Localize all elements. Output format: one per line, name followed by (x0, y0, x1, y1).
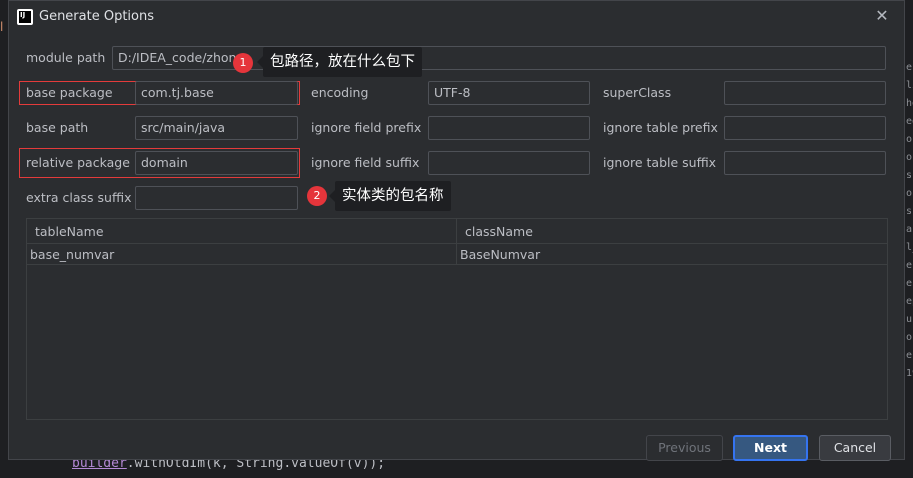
editor-gutter-fragment: 19 (906, 368, 913, 379)
title-bar: IJ Generate Options ✕ (9, 1, 904, 33)
module-path-input[interactable]: D:/IDEA_code/zhong (112, 46, 886, 70)
ignore-table-suffix-input[interactable] (724, 151, 886, 175)
ignore-field-prefix-input[interactable] (428, 116, 590, 140)
editor-gutter-fragment: o (906, 332, 913, 343)
editor-gutter-fragment: o (906, 152, 913, 163)
editor-gutter-fragment: ep (906, 296, 913, 307)
relative-package-label: relative package (26, 155, 130, 170)
editor-gutter-fragment: e (906, 62, 913, 73)
base-package-input[interactable]: com.tj.base (135, 81, 298, 105)
editor-gutter-fragment: s (906, 206, 913, 217)
extra-class-suffix-input[interactable] (135, 186, 298, 210)
editor-gutter-fragment: e (906, 260, 913, 271)
table-mapping-grid[interactable]: tableName className base_numvar BaseNumv… (26, 218, 888, 420)
relative-package-input[interactable]: domain (135, 151, 298, 175)
intellij-app-icon: IJ (17, 9, 33, 25)
annotation-callout-1: 包路径，放在什么包下 (257, 47, 422, 77)
cancel-button[interactable]: Cancel (819, 435, 891, 461)
editor-gutter-fragment: li (906, 80, 913, 91)
editor-gutter-fragment: eg (906, 116, 913, 127)
table-header: tableName className (27, 219, 887, 244)
editor-gutter-fragment: he (906, 98, 913, 109)
encoding-input[interactable]: UTF-8 (428, 81, 590, 105)
previous-button[interactable]: Previous (646, 435, 723, 461)
ignore-field-suffix-input[interactable] (428, 151, 590, 175)
cell-table-name[interactable]: base_numvar (27, 244, 457, 265)
base-path-input[interactable]: src/main/java (135, 116, 298, 140)
annotation-callout-2: 实体类的包名称 (329, 181, 451, 211)
ignore-field-suffix-label: ignore field suffix (311, 155, 420, 170)
annotation-badge-1: 1 (233, 53, 253, 73)
editor-gutter-fragment: e (906, 278, 913, 289)
encoding-label: encoding (311, 85, 369, 100)
editor-right-gutter: eliheegoososal_eeepuoe19 (905, 0, 913, 478)
column-header-classname[interactable]: className (457, 219, 887, 244)
ignore-table-suffix-label: ignore table suffix (603, 155, 717, 170)
generate-options-dialog: IJ Generate Options ✕ module path D:/IDE… (8, 0, 905, 461)
module-path-label: module path (26, 50, 106, 65)
superclass-input[interactable] (724, 81, 886, 105)
dialog-title: Generate Options (39, 9, 155, 24)
editor-gutter-fragment: u (906, 314, 913, 325)
editor-gutter-fragment: a (906, 224, 913, 235)
ignore-table-prefix-input[interactable] (724, 116, 886, 140)
cell-class-name[interactable]: BaseNumvar (457, 244, 887, 265)
superclass-label: superClass (603, 85, 672, 100)
base-path-label: base path (26, 120, 89, 135)
ignore-table-prefix-label: ignore table prefix (603, 120, 718, 135)
editor-gutter-fragment: s (906, 170, 913, 181)
close-icon[interactable]: ✕ (872, 6, 892, 26)
editor-gutter-fragment: o (906, 188, 913, 199)
table-row[interactable]: base_numvar BaseNumvar (27, 244, 887, 265)
editor-gutter-fragment: l_ (906, 242, 913, 253)
editor-code-line: builder.withOtdIm(k, String.valueOf(v)); (0, 458, 913, 478)
next-button[interactable]: Next (733, 435, 808, 461)
ignore-field-prefix-label: ignore field prefix (311, 120, 422, 135)
editor-gutter-fragment: e (906, 350, 913, 361)
editor-fragment: l (0, 20, 4, 34)
extra-class-suffix-label: extra class suffix (26, 190, 132, 205)
editor-gutter-fragment: o (906, 134, 913, 145)
column-header-tablename[interactable]: tableName (27, 219, 457, 244)
base-package-label: base package (26, 85, 113, 100)
annotation-badge-2: 2 (307, 186, 327, 206)
